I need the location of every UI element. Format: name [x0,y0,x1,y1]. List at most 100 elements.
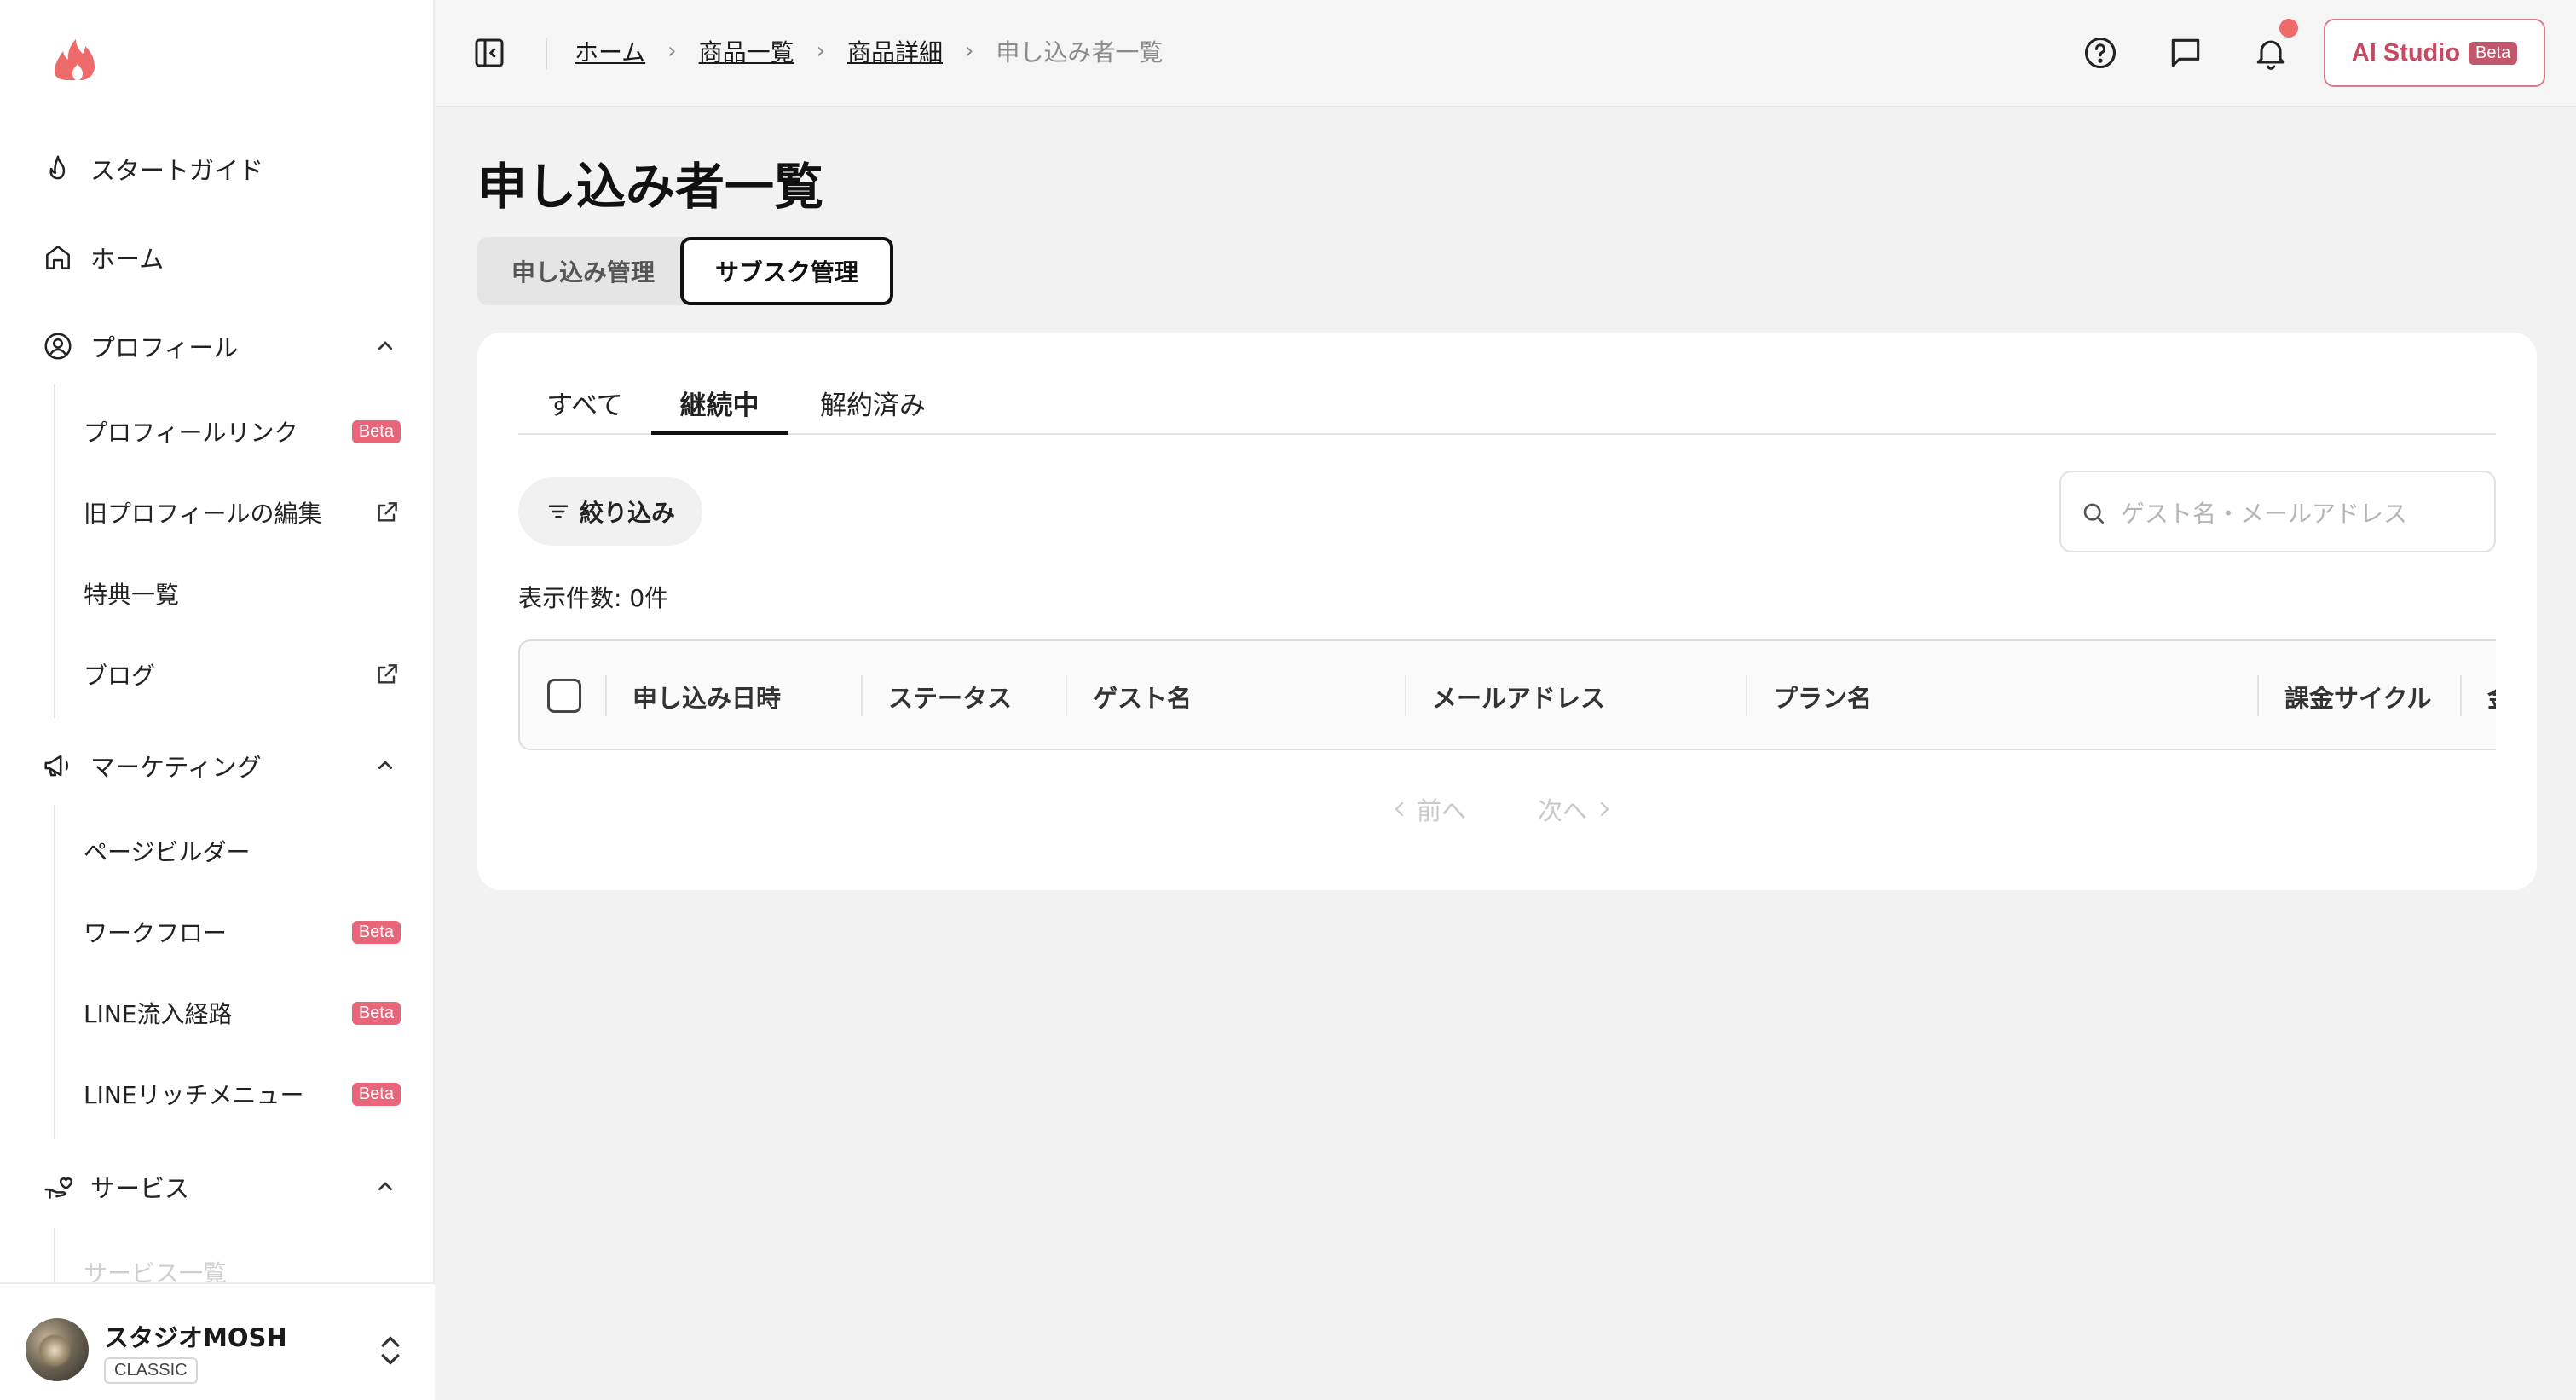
chat-icon[interactable] [2167,34,2204,72]
account-name: スタジオMOSH [104,1323,287,1352]
flame-logo-icon[interactable] [48,32,102,87]
sidebar-item-workflow[interactable]: ワークフロー Beta [84,908,401,956]
result-count: 表示件数: 0件 [518,584,669,612]
subscribers-card: すべて 継続中 解約済み 絞り込み 表示件数: 0件 申し込み日時 ステータス … [477,333,2537,890]
external-link-icon [378,502,397,522]
sidebar-item-label: サービス [90,1174,190,1203]
flame-icon [41,152,75,186]
sidebar-item-line-rich-menu[interactable]: LINEリッチメニュー Beta [84,1070,401,1118]
sidebar-item-line-inflow[interactable]: LINE流入経路 Beta [84,989,401,1037]
account-switcher[interactable]: スタジオMOSH CLASSIC [0,1282,435,1400]
column-header-email[interactable]: メールアドレス [1432,679,1605,714]
column-header-amount[interactable]: 金 [2487,679,2496,714]
segment-subscription-management[interactable]: サブスク管理 [680,237,893,305]
column-divider [1066,675,1067,716]
sub-nav-line [54,1228,55,1282]
hand-heart-icon [41,1170,75,1204]
chevron-up-icon[interactable] [372,1173,399,1200]
column-header-status[interactable]: ステータス [888,679,1012,714]
subscribers-table: 申し込み日時 ステータス ゲスト名 メールアドレス プラン名 課金サイクル 金 [518,639,2496,750]
sidebar-item-label: ページビルダー [84,838,251,866]
filter-icon [548,505,569,518]
sidebar-item-label: マーケティング [90,753,262,782]
breadcrumb-products[interactable]: 商品一覧 [699,34,794,68]
column-header-plan-name[interactable]: プラン名 [1773,679,1872,714]
user-circle-icon [41,329,75,363]
sidebar-item-label: ブログ [84,662,156,690]
chevron-right-icon: › [667,38,677,64]
page-title: 申し込み者一覧 [477,158,824,216]
column-header-guest-name[interactable]: ゲスト名 [1093,679,1192,714]
chevron-up-down-icon[interactable] [375,1332,406,1369]
chevron-right-icon [1600,801,1609,817]
tab-cancelled[interactable]: 解約済み [788,384,958,435]
tab-all[interactable]: すべて [518,384,651,435]
ai-studio-button[interactable]: AI Studio Beta [2324,19,2545,87]
sidebar-collapse-icon[interactable] [472,36,506,70]
column-divider [2460,675,2462,716]
top-header: ホーム › 商品一覧 › 商品詳細 › 申し込み者一覧 AI Studio Be… [436,0,2576,107]
chevron-right-icon: › [965,38,974,64]
sidebar: スタートガイド ホーム プロフィール プロフィールリンク Beta 旧プロフィー… [0,0,435,1400]
filter-label: 絞り込み [579,499,675,527]
sidebar-item-service[interactable]: サービス [41,1161,399,1212]
notification-dot [2279,19,2298,38]
avatar [26,1318,89,1381]
sidebar-item-profile[interactable]: プロフィール [41,321,399,372]
prev-label: 前へ [1417,796,1467,825]
megaphone-icon [41,749,75,783]
breadcrumb-product-detail[interactable]: 商品詳細 [847,34,943,68]
home-icon [41,240,75,275]
sidebar-item-label: LINEリッチメニュー [84,1081,304,1109]
column-divider [1405,675,1406,716]
sidebar-item-label: 特典一覧 [84,581,180,609]
sidebar-item-label: プロフィール [90,333,239,362]
sidebar-item-profile-link[interactable]: プロフィールリンク Beta [84,408,401,455]
sidebar-item-label: サービス一覧 [84,1259,228,1282]
sidebar-item-benefits[interactable]: 特典一覧 [84,570,401,617]
search-input[interactable] [2121,489,2479,537]
sidebar-item-label: スタートガイド [90,156,264,185]
sidebar-item-label: 旧プロフィールの編集 [84,500,322,528]
plan-badge: CLASSIC [104,1357,198,1384]
prev-page-button[interactable]: 前へ [1389,791,1466,827]
beta-badge: Beta [351,1082,401,1106]
segment-control: 申し込み管理 サブスク管理 [477,237,893,305]
next-page-button[interactable]: 次へ [1538,791,1614,827]
sidebar-item-label: LINE流入経路 [84,1000,233,1028]
sidebar-item-start-guide[interactable]: スタートガイド [41,143,399,194]
sidebar-item-blog[interactable]: ブログ [84,651,401,698]
beta-badge: Beta [351,419,401,443]
bell-icon[interactable] [2252,34,2290,72]
chevron-up-icon[interactable] [372,752,399,779]
chevron-right-icon: › [816,38,825,64]
column-header-billing-cycle[interactable]: 課金サイクル [2284,679,2432,714]
help-icon[interactable] [2082,34,2119,72]
sidebar-item-service-list[interactable]: サービス一覧 [84,1248,401,1282]
search-icon [2083,503,2104,524]
sidebar-nav: スタートガイド ホーム プロフィール プロフィールリンク Beta 旧プロフィー… [0,0,435,1282]
next-label: 次へ [1538,796,1588,825]
beta-badge: Beta [351,920,401,944]
breadcrumb-home[interactable]: ホーム [575,34,645,68]
search-box[interactable] [2059,471,2496,552]
column-divider [861,675,863,716]
column-divider [2257,675,2259,716]
segment-application-management[interactable]: 申し込み管理 [477,237,689,305]
chevron-up-icon[interactable] [372,333,399,360]
sidebar-item-marketing[interactable]: マーケティング [41,740,399,791]
breadcrumb: ホーム › 商品一覧 › 商品詳細 › 申し込み者一覧 [575,34,1163,68]
filter-button[interactable]: 絞り込み [518,477,702,546]
select-all-checkbox[interactable] [547,679,581,713]
sidebar-item-label: ホーム [90,245,165,274]
sub-nav-line [54,384,55,718]
tab-active[interactable]: 継続中 [651,384,788,435]
sub-nav-line [54,805,55,1139]
external-link-icon [378,664,397,684]
column-header-date[interactable]: 申し込み日時 [632,679,781,714]
sidebar-item-old-profile-edit[interactable]: 旧プロフィールの編集 [84,489,401,536]
sidebar-item-home[interactable]: ホーム [41,232,399,283]
sidebar-item-page-builder[interactable]: ページビルダー [84,827,401,875]
status-tabs: すべて 継続中 解約済み [518,384,2496,435]
sidebar-item-label: ワークフロー [84,919,228,947]
